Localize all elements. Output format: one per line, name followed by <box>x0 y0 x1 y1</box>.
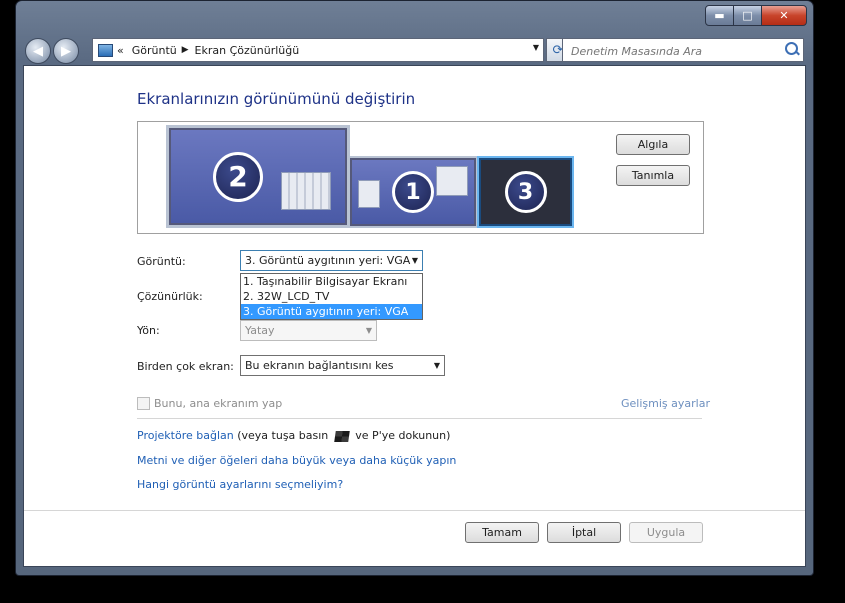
projector-link[interactable]: Projektöre bağlan <box>137 429 234 442</box>
main-display-label: Bunu, ana ekranım yap <box>154 397 283 410</box>
orientation-select: Yatay ▼ <box>240 320 377 341</box>
monitor-3[interactable]: 3 <box>477 156 574 228</box>
main-display-checkbox <box>137 397 150 410</box>
window-thumbnail <box>281 172 331 210</box>
identify-button[interactable]: Tanımla <box>616 165 690 186</box>
projector-hint-2: ve P'ye dokunun) <box>355 429 451 442</box>
multiple-displays-value: Bu ekranın bağlantısını kes <box>245 359 394 372</box>
projector-hint-1: (veya tuşa basın <box>237 429 329 442</box>
monitor-number-badge: 3 <box>504 171 547 213</box>
dropdown-arrow-icon: ▼ <box>411 256 418 265</box>
window-thumbnail <box>436 166 468 196</box>
caption-buttons: ▬ □ ✕ <box>705 5 807 26</box>
main-display-checkbox-row: Bunu, ana ekranım yap <box>137 397 282 410</box>
window-thumbnail <box>358 180 380 208</box>
display-label: Görüntü: <box>137 255 186 268</box>
projector-line: Projektöre bağlan (veya tuşa basın ve P'… <box>137 429 450 442</box>
monitor-2[interactable]: 2 <box>166 125 350 228</box>
cancel-button[interactable]: İptal <box>547 522 621 543</box>
divider <box>137 418 702 419</box>
control-panel-window: ▬ □ ✕ ◀ ▶ « Görüntü ▶ Ekran Çözünürlüğü … <box>15 0 814 576</box>
content-area: Ekranlarınızın görünümünü değiştirin 2 1… <box>23 65 806 567</box>
display-select[interactable]: 3. Görüntü aygıtının yeri: VGA ▼ <box>240 250 423 271</box>
dropdown-arrow-icon: ▼ <box>433 361 440 370</box>
display-option[interactable]: 3. Görüntü aygıtının yeri: VGA <box>241 304 422 319</box>
footer-divider <box>24 510 805 511</box>
advanced-settings-link[interactable]: Gelişmiş ayarlar <box>621 397 710 410</box>
close-button[interactable]: ✕ <box>761 5 807 26</box>
maximize-button[interactable]: □ <box>734 5 761 26</box>
multiple-displays-select[interactable]: Bu ekranın bağlantısını kes ▼ <box>240 355 445 376</box>
display-option[interactable]: 1. Taşınabilir Bilgisayar Ekranı <box>241 274 422 289</box>
ok-button[interactable]: Tamam <box>465 522 539 543</box>
resolution-label: Çözünürlük: <box>137 290 203 303</box>
search-icon[interactable] <box>785 42 798 55</box>
which-settings-link[interactable]: Hangi görüntü ayarlarını seçmeliyim? <box>137 478 343 491</box>
monitor-number-badge: 1 <box>392 171 434 213</box>
display-settings-icon <box>98 43 113 57</box>
breadcrumb-item-resolution[interactable]: Ekran Çözünürlüğü <box>195 44 300 57</box>
breadcrumb-overflow-chevron[interactable]: « <box>117 44 124 57</box>
orientation-label: Yön: <box>137 324 160 337</box>
breadcrumb-item-display[interactable]: Görüntü <box>132 44 177 57</box>
display-dropdown-list: 1. Taşınabilir Bilgisayar Ekranı 2. 32W_… <box>240 273 423 320</box>
text-size-link[interactable]: Metni ve diğer öğeleri daha büyük veya d… <box>137 454 456 467</box>
address-bar[interactable]: « Görüntü ▶ Ekran Çözünürlüğü ▼ <box>92 38 544 62</box>
search-input[interactable] <box>569 41 778 61</box>
display-select-value: 3. Görüntü aygıtının yeri: VGA <box>245 254 411 267</box>
monitor-1[interactable]: 1 <box>348 156 478 228</box>
detect-button[interactable]: Algıla <box>616 134 690 155</box>
forward-button[interactable]: ▶ <box>53 38 79 64</box>
apply-button: Uygula <box>629 522 703 543</box>
minimize-button[interactable]: ▬ <box>705 5 734 26</box>
breadcrumb-separator-icon: ▶ <box>178 45 189 55</box>
page-title: Ekranlarınızın görünümünü değiştirin <box>137 90 416 108</box>
dropdown-arrow-icon: ▼ <box>365 326 372 335</box>
display-option[interactable]: 2. 32W_LCD_TV <box>241 289 422 304</box>
orientation-select-value: Yatay <box>245 324 275 337</box>
monitor-layout-area: 2 1 3 Algıla Tanımla <box>137 121 704 234</box>
back-button[interactable]: ◀ <box>25 38 51 64</box>
windows-key-icon <box>334 430 350 442</box>
monitor-number-badge: 2 <box>213 151 263 202</box>
address-dropdown-icon[interactable]: ▼ <box>533 43 539 52</box>
multiple-displays-label: Birden çok ekran: <box>137 360 234 373</box>
search-box[interactable] <box>562 38 804 62</box>
